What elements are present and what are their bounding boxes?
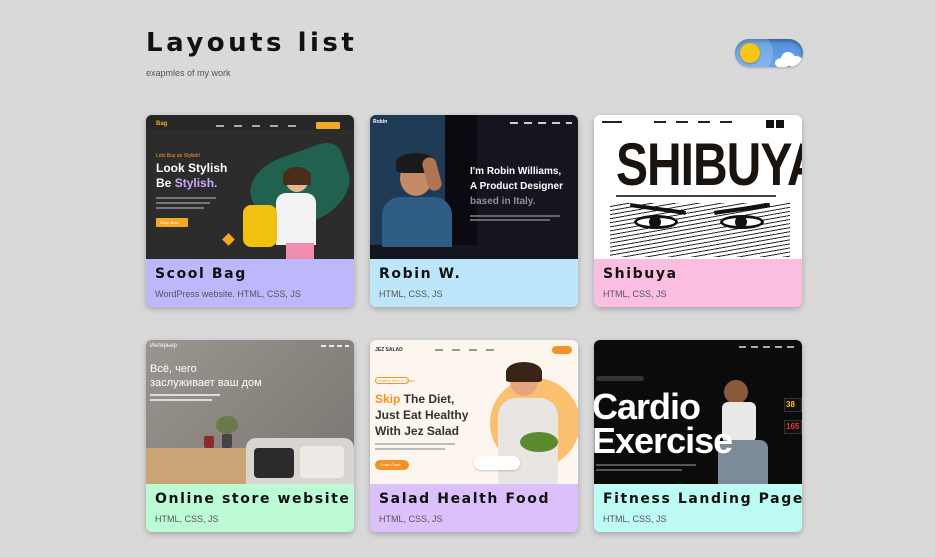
cloud-icon [773,52,803,67]
card-thumbnail: Cardio Exercise 38 165 [594,340,802,484]
thumb-headline: SHIBUYA [616,132,802,199]
card-description: HTML, CSS, JS [603,289,667,299]
thumb-logo: Bag [156,121,168,127]
thumb-nav-button [316,122,340,129]
layout-card-scool-bag[interactable]: Bag Lets Buy an Stylish! Look Stylish Be… [146,115,354,307]
thumb-headline-3: With Jez Salad [375,424,459,438]
thumb-backpack [243,205,277,247]
card-description: HTML, CSS, JS [603,514,667,524]
thumb-person-head [724,380,748,404]
card-thumbnail: Robin I'm Robin Williams, A Product Desi… [370,115,578,259]
sun-icon [740,43,760,63]
thumb-headline-2: A Product Designer [470,181,563,192]
card-title: Scool Bag [155,266,247,282]
card-title: Shibuya [603,266,678,282]
card-description: WordPress website. HTML, CSS, JS [155,289,301,299]
thumb-logo: Robin [373,119,388,125]
card-info: Robin W. HTML, CSS, JS [370,259,578,307]
thumb-logo: JEZ SALAD [375,347,403,353]
thumb-stat-1: 38 [786,400,795,409]
card-thumbnail: Интерьер Всё, чего заслуживает ваш дом [146,340,354,484]
card-description: HTML, CSS, JS [379,289,443,299]
card-description: HTML, CSS, JS [155,514,219,524]
layout-card-fitness[interactable]: Cardio Exercise 38 165 Fitness Landing P… [594,340,802,532]
thumb-headline: I'm Robin Williams, [470,166,562,177]
card-info: Fitness Landing Page HTML, CSS, JS [594,484,802,532]
thumb-logo: Интерьер [150,343,177,349]
card-title: Salad Health Food [379,491,551,507]
layout-card-robin-w[interactable]: Robin I'm Robin Williams, A Product Desi… [370,115,578,307]
card-description: HTML, CSS, JS [379,514,443,524]
card-title: Fitness Landing Page [603,491,802,507]
thumb-headline-2: Be Stylish. [156,176,218,190]
layout-card-shibuya[interactable]: SHIBUYA Shibuya HTML, CSS, JS [594,115,802,307]
thumb-cabinet [146,448,246,484]
card-thumbnail: JEZ SALAD Healthy food & Salad Skip The … [370,340,578,484]
thumb-stat-2: 165 [786,422,800,431]
layout-card-salad[interactable]: JEZ SALAD Healthy food & Salad Skip The … [370,340,578,532]
card-thumbnail: Bag Lets Buy an Stylish! Look Stylish Be… [146,115,354,259]
theme-toggle[interactable] [735,39,803,67]
thumb-headline-2: Just Eat Healthy [375,408,469,422]
thumb-headline: Skip The Diet, [375,392,455,406]
thumb-headline-2: заслуживает ваш дом [150,377,262,389]
thumb-kicker: Lets Buy an Stylish! [156,153,200,159]
card-thumbnail: SHIBUYA [594,115,802,259]
thumb-headline: Всё, чего [150,363,197,375]
card-info: Scool Bag WordPress website. HTML, CSS, … [146,259,354,307]
card-title: Robin W. [379,266,462,282]
page-title: Layouts list [146,28,358,58]
page-subtitle: exapmles of my work [146,68,231,78]
thumb-salad-bowl [520,432,558,452]
thumb-headline: Look Stylish [156,161,228,175]
card-info: Shibuya HTML, CSS, JS [594,259,802,307]
thumb-headline-3: based in Italy. [470,196,536,207]
thumb-plant [216,416,238,448]
thumb-kicker: Healthy food & Salad [377,378,415,383]
layout-card-online-store[interactable]: Интерьер Всё, чего заслуживает ваш дом O… [146,340,354,532]
card-info: Salad Health Food HTML, CSS, JS [370,484,578,532]
thumb-manga-art [610,203,790,257]
card-title: Online store website [155,491,351,507]
thumb-headline-2: Exercise [594,420,733,461]
card-info: Online store website HTML, CSS, JS [146,484,354,532]
